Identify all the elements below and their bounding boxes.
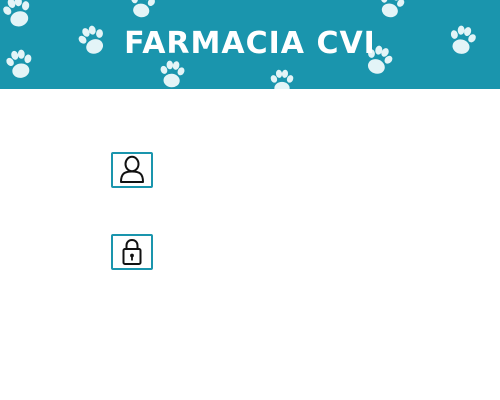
- app-title: FARMACIA CVI: [124, 26, 376, 61]
- lock-icon: [122, 238, 142, 265]
- username-icon-box: [111, 152, 153, 188]
- password-icon-box: [111, 234, 153, 270]
- username-input[interactable]: [165, 152, 390, 188]
- user-icon: [120, 155, 144, 183]
- app-header: FARMACIA CVI: [0, 0, 500, 89]
- login-form: [0, 89, 500, 400]
- password-input[interactable]: [165, 234, 390, 270]
